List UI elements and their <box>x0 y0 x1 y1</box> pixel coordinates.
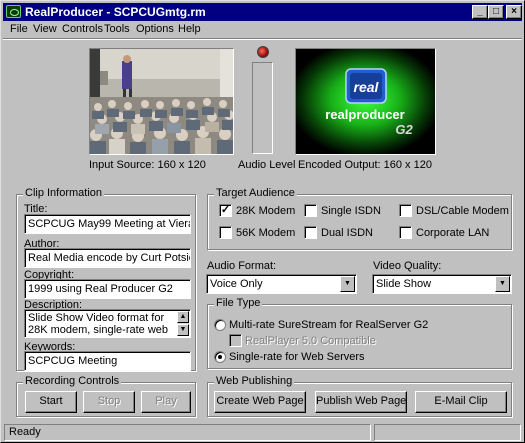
checkbox-56k-modem[interactable] <box>219 226 232 239</box>
close-button[interactable]: × <box>506 5 522 19</box>
description-text: Slide Show Video format for 28K modem, s… <box>28 312 169 337</box>
recording-indicator-icon <box>257 46 269 58</box>
label-dual-isdn: Dual ISDN <box>321 227 373 239</box>
target-audience-title: Target Audience <box>214 187 297 199</box>
menu-options[interactable]: Options <box>136 23 174 35</box>
copyright-input[interactable]: 1999 using Real Producer G2 <box>24 279 191 299</box>
play-button[interactable]: Play <box>141 391 191 413</box>
label-dsl-cable-modem: DSL/Cable Modem <box>416 205 509 217</box>
audio-format-select[interactable]: Voice Only ▼ <box>206 274 357 294</box>
video-quality-select[interactable]: Slide Show ▼ <box>372 274 512 294</box>
menu-separator <box>3 38 522 40</box>
audio-format-value: Voice Only <box>210 278 263 290</box>
label-single-rate: Single-rate for Web Servers <box>229 351 365 363</box>
status-bar-panel <box>374 424 521 441</box>
recording-controls-title: Recording Controls <box>23 375 122 387</box>
status-bar-text: Ready <box>4 424 371 441</box>
input-source-preview <box>89 48 234 155</box>
scroll-up-icon[interactable]: ▲ <box>177 311 189 323</box>
title-bar[interactable]: RealProducer - SCPCUGmtg.rm _ □ × <box>3 3 522 21</box>
menu-help[interactable]: Help <box>178 23 201 35</box>
description-textarea[interactable]: Slide Show Video format for 28K modem, s… <box>24 309 191 338</box>
audio-level-meter <box>252 62 273 154</box>
realproducer-app-icon[interactable] <box>6 5 21 18</box>
video-quality-value: Slide Show <box>376 278 432 290</box>
encoded-output-preview: real realproducer G2 <box>295 48 436 155</box>
label-corporate-lan: Corporate LAN <box>416 227 490 239</box>
label-multi-rate: Multi-rate SureStream for RealServer G2 <box>229 319 429 331</box>
target-audience-group: Target Audience <box>207 187 512 250</box>
menu-tools[interactable]: Tools <box>104 23 130 35</box>
close-icon: × <box>511 6 517 17</box>
input-source-label: Input Source: 160 x 120 <box>89 159 206 171</box>
logo-name: realproducer <box>325 107 404 122</box>
file-type-title: File Type <box>214 297 263 309</box>
checkbox-dual-isdn[interactable] <box>304 226 317 239</box>
maximize-icon: □ <box>492 6 500 17</box>
email-clip-button[interactable]: E-Mail Clip <box>415 391 507 413</box>
minimize-button[interactable]: _ <box>472 5 488 19</box>
menu-bar: File View Controls Tools Options Help <box>3 21 522 39</box>
radio-multi-rate[interactable] <box>214 319 226 331</box>
checkbox-dsl-cable-modem[interactable] <box>399 204 412 217</box>
checkbox-single-isdn[interactable] <box>304 204 317 217</box>
description-scrollbar[interactable]: ▲ ▼ <box>177 311 189 336</box>
label-single-isdn: Single ISDN <box>321 205 381 217</box>
title-input[interactable]: SCPCUG May99 Meeting at Viera <box>24 214 191 234</box>
encoded-output-label: Encoded Output: 160 x 120 <box>298 159 432 171</box>
chevron-down-icon[interactable]: ▼ <box>340 276 355 292</box>
audio-format-label: Audio Format: <box>207 260 277 272</box>
radio-single-rate[interactable] <box>214 351 226 363</box>
menu-file[interactable]: File <box>10 23 28 35</box>
label-56k-modem: 56K Modem <box>236 227 296 239</box>
video-quality-label: Video Quality: <box>373 260 442 272</box>
audio-level-label: Audio Level <box>238 159 296 171</box>
clip-information-title: Clip Information <box>23 187 105 199</box>
menu-controls[interactable]: Controls <box>62 23 103 35</box>
maximize-button[interactable]: □ <box>488 5 504 19</box>
start-button[interactable]: Start <box>25 391 77 413</box>
scroll-down-icon[interactable]: ▼ <box>177 324 189 336</box>
input-video-frame <box>90 49 233 154</box>
stop-button[interactable]: Stop <box>83 391 135 413</box>
publish-web-page-button[interactable]: Publish Web Page <box>315 391 407 413</box>
label-realplayer5-compatible: RealPlayer 5.0 Compatible <box>245 335 376 347</box>
main-window: RealProducer - SCPCUGmtg.rm _ □ × File V… <box>0 0 525 443</box>
window-title: RealProducer - SCPCUGmtg.rm <box>25 5 206 19</box>
chevron-down-icon[interactable]: ▼ <box>495 276 510 292</box>
web-publishing-title: Web Publishing <box>214 375 295 387</box>
logo-version: G2 <box>395 122 413 137</box>
checkbox-28k-modem[interactable]: ✓ <box>219 204 232 217</box>
checkbox-corporate-lan[interactable] <box>399 226 412 239</box>
logo-word: real <box>354 79 380 95</box>
create-web-page-button[interactable]: Create Web Page <box>214 391 306 413</box>
realproducer-g2-logo: real realproducer G2 <box>296 49 435 154</box>
author-input[interactable]: Real Media encode by Curt Potsic <box>24 248 191 268</box>
label-28k-modem: 28K Modem <box>236 205 296 217</box>
checkbox-realplayer5-compatible[interactable] <box>229 334 242 347</box>
menu-view[interactable]: View <box>33 23 57 35</box>
minimize-icon: _ <box>477 6 483 17</box>
keywords-input[interactable]: SCPCUG Meeting <box>24 351 191 371</box>
